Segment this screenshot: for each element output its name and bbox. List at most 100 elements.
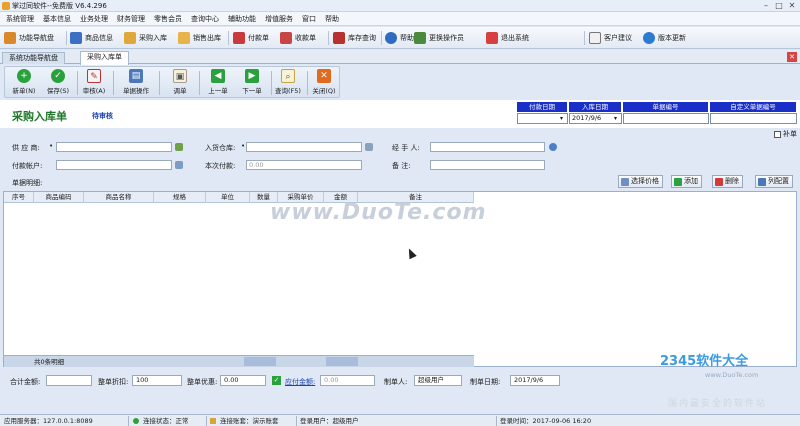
new-button[interactable]: + 新单(N): [9, 69, 39, 97]
confirm-icon[interactable]: ✓: [272, 376, 281, 385]
maximize-icon[interactable]: □: [773, 1, 785, 11]
row-count: 共0条明细: [34, 358, 65, 366]
make-date-label: 制单日期:: [470, 378, 501, 386]
status-bar: 应用服务器：127.0.0.1:8089 连接状态：正常 连接账套：演示账套 登…: [0, 414, 800, 426]
nav-sales-out[interactable]: 销售出库: [178, 30, 221, 46]
warehouse-lookup-icon[interactable]: [365, 143, 373, 151]
supplement-checkbox[interactable]: 补单: [774, 129, 797, 139]
custom-no-input[interactable]: [710, 113, 797, 124]
stock-icon: [333, 32, 345, 44]
supplier-input[interactable]: [56, 142, 172, 152]
nav-receipt[interactable]: 收款单: [280, 30, 316, 46]
menu-system[interactable]: 系统管理: [6, 14, 34, 24]
close-button[interactable]: ✕ 关闭(Q): [309, 69, 339, 97]
col-name[interactable]: 商品名称: [84, 192, 154, 203]
col-spec[interactable]: 规格: [154, 192, 206, 203]
header-col-doc-no: 单据编号: [623, 102, 709, 112]
supplier-lookup-icon[interactable]: [175, 143, 183, 151]
docs-icon: ▤: [129, 69, 143, 83]
col-seq[interactable]: 序号: [4, 192, 34, 203]
add-row-button[interactable]: 添加: [671, 175, 702, 188]
nav-products[interactable]: 商品信息: [70, 30, 113, 46]
audit-button[interactable]: ✎ 审核(A): [79, 69, 109, 97]
menu-basic-info[interactable]: 基本信息: [43, 14, 71, 24]
home-icon: [4, 32, 16, 44]
pay-account-input[interactable]: [56, 160, 172, 170]
tab-dashboard[interactable]: 系统功能导航盘: [2, 52, 65, 64]
brand-slogan: 国内最安全的软件站: [668, 399, 768, 409]
payable-input[interactable]: 0.00: [320, 375, 375, 386]
nav-exit[interactable]: 退出系统: [486, 30, 529, 46]
status-connection: 连接状态：正常: [143, 417, 189, 425]
user-lookup-icon[interactable]: [549, 143, 557, 151]
this-payment-input[interactable]: 0.00: [246, 160, 362, 170]
offer-input[interactable]: 0.00: [220, 375, 266, 386]
doc-ops-button[interactable]: ▤ 单据操作: [117, 69, 155, 97]
menu-tools[interactable]: 辅助功能: [228, 14, 256, 24]
status-server: 应用服务器：127.0.0.1:8089: [4, 417, 93, 425]
nav-feedback[interactable]: 客户建议: [589, 30, 632, 46]
query-button[interactable]: ⌕ 查询(F5): [273, 69, 303, 97]
nav-help[interactable]: 帮助: [385, 30, 414, 46]
close-tab-icon[interactable]: ✕: [787, 52, 797, 62]
warehouse-input[interactable]: [246, 142, 362, 152]
column-config-button[interactable]: 列配置: [755, 175, 793, 188]
menu-query[interactable]: 查询中心: [191, 14, 219, 24]
footer-cell: [326, 357, 358, 366]
grid-footer: 共0条明细: [4, 355, 474, 367]
offer-label: 整单优惠:: [187, 378, 218, 386]
pay-date-dropdown-icon[interactable]: ▾: [560, 115, 563, 122]
menu-business[interactable]: 业务处理: [80, 14, 108, 24]
col-unit[interactable]: 单位: [206, 192, 250, 203]
total-input[interactable]: [46, 375, 92, 386]
nav-dashboard[interactable]: 功能导航盘: [4, 30, 54, 46]
maker-input: 超级用户: [414, 375, 462, 386]
nav-payment[interactable]: 付款单: [233, 30, 269, 46]
header-col-pay-date: 付款日期: [517, 102, 568, 112]
menu-window[interactable]: 窗口: [302, 14, 316, 24]
tab-strip: 系统功能导航盘 采购入库单: [0, 50, 800, 65]
next-button[interactable]: ▶ 下一单: [237, 69, 267, 97]
update-icon: [643, 32, 655, 44]
discount-input[interactable]: 100: [132, 375, 182, 386]
save-button[interactable]: ✓ 保存(S): [43, 69, 73, 97]
nav-switch-operator[interactable]: 更换操作员: [414, 30, 464, 46]
header-col-in-date: 入库日期: [569, 102, 622, 112]
prev-button[interactable]: ◀ 上一单: [203, 69, 233, 97]
nav-update[interactable]: 版本更新: [643, 30, 686, 46]
menu-help[interactable]: 帮助: [325, 14, 339, 24]
clipboard-icon: ▣: [173, 69, 187, 83]
plus-icon: +: [17, 69, 31, 83]
audit-icon: ✎: [87, 69, 101, 83]
col-code[interactable]: 商品编码: [34, 192, 84, 203]
in-date-dropdown-icon[interactable]: ▾: [614, 115, 617, 122]
columns-icon: [758, 177, 766, 186]
menu-services[interactable]: 增值服务: [265, 14, 293, 24]
menu-finance[interactable]: 财务管理: [117, 14, 145, 24]
select-price-button[interactable]: 选择价格: [618, 175, 663, 188]
handler-input[interactable]: [430, 142, 545, 152]
price-icon: [621, 177, 629, 186]
receipt-icon: [280, 32, 292, 44]
exit-icon: [486, 32, 498, 44]
menu-retail[interactable]: 零售会员: [154, 14, 182, 24]
template-button[interactable]: ▣ 调单: [165, 69, 195, 97]
folder-in-icon: [124, 32, 136, 44]
tab-purchase-in[interactable]: 采购入库单: [80, 51, 129, 65]
nav-purchase-in[interactable]: 采购入库: [124, 30, 167, 46]
status-user: 登录用户：超级用户: [300, 417, 359, 425]
discount-label: 整单折扣:: [98, 378, 129, 386]
remark-input[interactable]: [430, 160, 545, 170]
nav-toolbar: 功能导航盘 商品信息 采购入库 销售出库 付款单 收款单 库存查询 帮助 更换操…: [0, 27, 800, 49]
delete-row-button[interactable]: 删除: [712, 175, 743, 188]
close-icon[interactable]: ✕: [786, 1, 798, 11]
status-login-time: 登录时间：2017-09-06 16:20: [500, 417, 592, 425]
document-title: 采购入库单: [12, 110, 67, 123]
doc-no-input[interactable]: [623, 113, 709, 124]
account-icon: [210, 418, 216, 424]
minimize-icon[interactable]: –: [760, 1, 772, 11]
calculator-icon[interactable]: [175, 161, 183, 169]
payable-label[interactable]: 应付金额:: [285, 377, 315, 387]
nav-stock-query[interactable]: 库存查询: [333, 30, 376, 46]
watermark: www.DuoTe.com: [270, 200, 487, 225]
